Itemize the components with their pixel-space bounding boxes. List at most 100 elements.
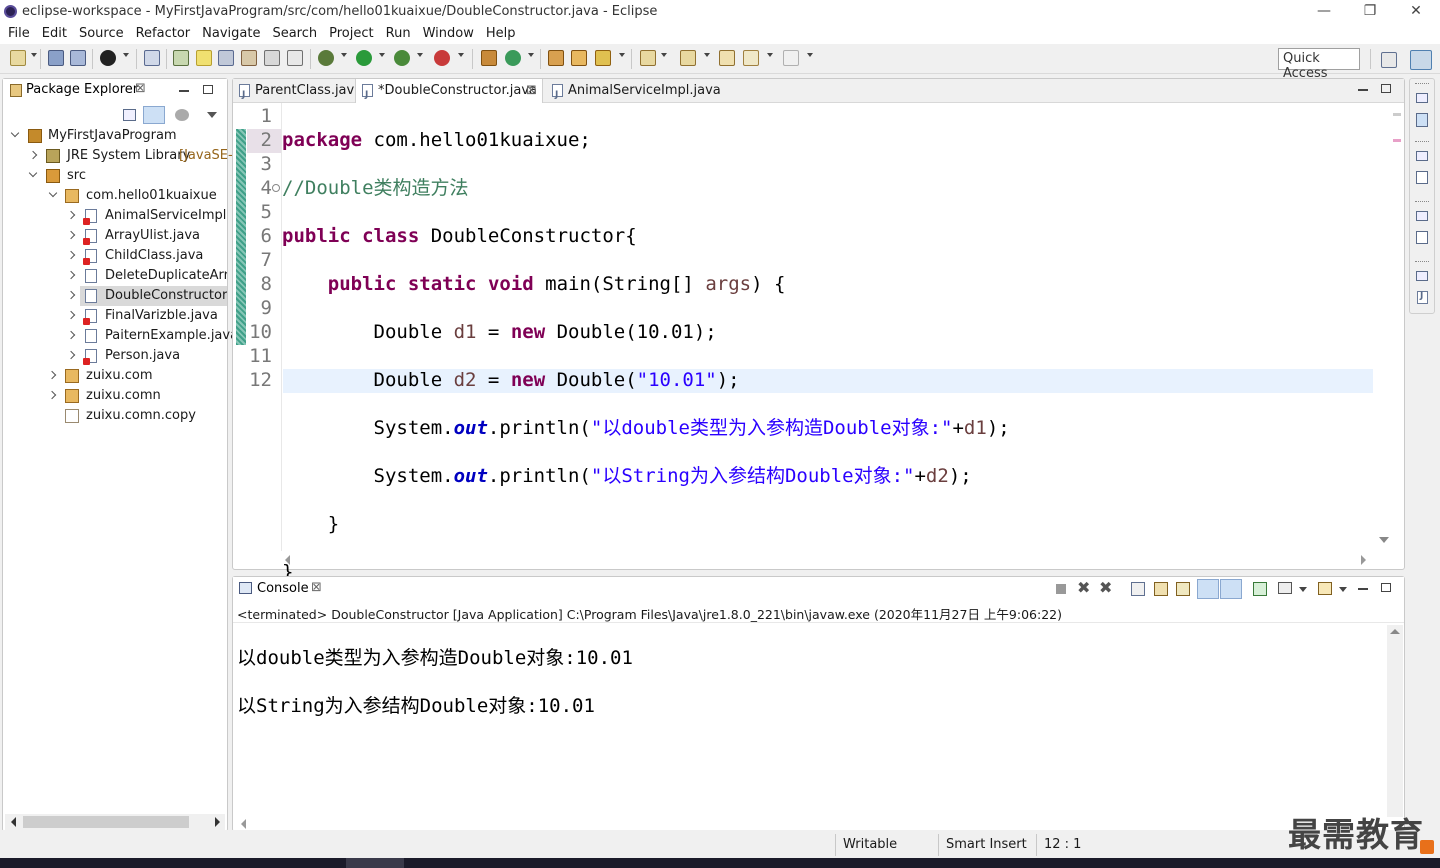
expand-open-icon[interactable] xyxy=(10,128,20,138)
terminate-icon[interactable] xyxy=(1056,584,1066,594)
menu-project[interactable]: Project xyxy=(323,25,379,43)
coverage-dropdown-icon[interactable] xyxy=(417,53,423,57)
display-console-dropdown-icon[interactable] xyxy=(1299,587,1307,592)
maximize-editor-icon[interactable] xyxy=(1381,84,1391,93)
next-annotation-dropdown-icon[interactable] xyxy=(661,53,667,57)
menu-navigate[interactable]: Navigate xyxy=(196,25,266,43)
show-on-stdout-icon[interactable] xyxy=(1197,579,1219,599)
save-icon[interactable] xyxy=(48,50,64,66)
run-icon[interactable] xyxy=(356,50,372,66)
coverage-icon[interactable] xyxy=(394,50,410,66)
console-tab[interactable]: Console xyxy=(257,581,309,596)
menu-refactor[interactable]: Refactor xyxy=(130,25,197,43)
previous-annotation-icon[interactable] xyxy=(680,50,696,66)
scroll-right-icon[interactable] xyxy=(215,817,220,827)
restore-icon[interactable] xyxy=(1416,211,1428,221)
tree-item-src[interactable]: src xyxy=(3,166,227,186)
expand-closed-icon[interactable] xyxy=(66,270,76,280)
open-perspective-icon[interactable] xyxy=(1381,52,1397,68)
menu-source[interactable]: Source xyxy=(73,25,130,43)
forward-icon[interactable] xyxy=(783,50,799,66)
open-type-icon[interactable] xyxy=(173,50,189,66)
maximize-console-icon[interactable] xyxy=(1381,583,1391,592)
pilcrow-icon[interactable] xyxy=(287,50,303,66)
tree-item-file[interactable]: AnimalServiceImpl.ja xyxy=(3,206,227,226)
editor-tab-parentclass[interactable]: ParentClass.java xyxy=(233,79,362,107)
tree-item-package[interactable]: zuixu.comn.copy xyxy=(3,406,227,426)
horizontal-scrollbar[interactable] xyxy=(5,814,225,830)
save-all-icon[interactable] xyxy=(70,50,86,66)
restore-icon[interactable] xyxy=(1416,151,1428,161)
tree-item-file[interactable]: ChildClass.java xyxy=(3,246,227,266)
remove-launch-icon[interactable]: ✖ xyxy=(1077,580,1090,596)
editor-tab-doubleconstructor[interactable]: *DoubleConstructor.java ⊠ xyxy=(355,79,543,107)
scroll-left-icon[interactable] xyxy=(11,817,16,827)
minimize-view-icon[interactable] xyxy=(179,90,189,92)
scroll-up-icon[interactable] xyxy=(1390,629,1400,634)
tab-close-icon[interactable]: ⊠ xyxy=(526,79,537,102)
word-wrap-icon[interactable] xyxy=(1176,582,1190,596)
expand-closed-icon[interactable] xyxy=(28,150,38,160)
package-explorer-close-icon[interactable]: ⊠ xyxy=(135,81,146,96)
open-console-dropdown-icon[interactable] xyxy=(1339,587,1347,592)
quick-access-input[interactable]: Quick Access xyxy=(1278,48,1360,81)
javadoc-view-icon[interactable] xyxy=(1417,291,1428,304)
editor-tab-animalserviceimpl[interactable]: AnimalServiceImpl.java xyxy=(546,79,721,107)
java-perspective-icon[interactable] xyxy=(1410,50,1432,70)
tree-item-package[interactable]: zuixu.comn xyxy=(3,386,227,406)
expand-closed-icon[interactable] xyxy=(47,370,57,380)
minimize-editor-icon[interactable] xyxy=(1358,89,1368,91)
link-with-editor-icon[interactable] xyxy=(143,106,165,124)
tree-item-file[interactable]: DeleteDuplicateArray xyxy=(3,266,227,286)
expand-closed-icon[interactable] xyxy=(66,350,76,360)
expand-open-icon[interactable] xyxy=(48,188,58,198)
menu-edit[interactable]: Edit xyxy=(36,25,73,43)
back-icon[interactable] xyxy=(743,50,759,66)
clear-console-icon[interactable] xyxy=(1131,582,1145,596)
tree-item-package[interactable]: zuixu.com xyxy=(3,366,227,386)
collapse-all-icon[interactable] xyxy=(123,109,136,121)
scroll-right-icon[interactable] xyxy=(1361,555,1366,565)
scroll-left-icon[interactable] xyxy=(241,819,246,829)
skip-breakpoints-icon[interactable] xyxy=(100,50,116,66)
outline-view-icon[interactable] xyxy=(1416,113,1428,127)
maximize-button[interactable]: ❐ xyxy=(1348,0,1392,24)
menu-run[interactable]: Run xyxy=(380,25,417,43)
focus-icon[interactable] xyxy=(175,109,189,121)
fold-collapse-icon[interactable] xyxy=(272,184,280,192)
view-menu-icon[interactable] xyxy=(207,112,217,118)
expand-closed-icon[interactable] xyxy=(66,250,76,260)
minimize-console-icon[interactable] xyxy=(1358,588,1368,590)
debug-icon[interactable] xyxy=(318,50,334,66)
maximize-view-icon[interactable] xyxy=(203,85,213,94)
tree-item-jre-library[interactable]: JRE System Library [JavaSE- xyxy=(3,146,233,166)
tree-item-file[interactable]: PaiternExample.java xyxy=(3,326,238,346)
open-type-hierarchy-icon[interactable] xyxy=(548,50,564,66)
pin-console-icon[interactable] xyxy=(1253,582,1267,596)
open-task-icon[interactable] xyxy=(571,50,587,66)
menu-window[interactable]: Window xyxy=(417,25,480,43)
tree-item-file[interactable]: ArrayUlist.java xyxy=(3,226,227,246)
next-annotation-icon[interactable] xyxy=(640,50,656,66)
search-dropdown-icon[interactable] xyxy=(619,53,625,57)
problems-view-icon[interactable] xyxy=(1416,231,1428,244)
expand-closed-icon[interactable] xyxy=(66,210,76,220)
scrollbar-thumb[interactable] xyxy=(23,816,189,828)
new-icon[interactable] xyxy=(10,50,26,66)
console-close-icon[interactable]: ⊠ xyxy=(311,580,322,595)
menu-help[interactable]: Help xyxy=(480,25,522,43)
show-whitespace-icon[interactable] xyxy=(264,50,280,66)
external-tools-icon[interactable] xyxy=(434,50,450,66)
forward-dropdown-icon[interactable] xyxy=(807,53,813,57)
tree-item-file[interactable]: Person.java xyxy=(3,346,227,366)
expand-closed-icon[interactable] xyxy=(66,290,76,300)
expand-closed-icon[interactable] xyxy=(66,310,76,320)
console-output[interactable]: 以double类型为入参构造Double对象:10.01 以String为入参结… xyxy=(237,622,633,742)
back-dropdown-icon[interactable] xyxy=(767,53,773,57)
package-explorer-tab[interactable]: Package Explorer xyxy=(26,82,138,97)
restore-icon[interactable] xyxy=(1416,271,1428,281)
scroll-down-icon[interactable] xyxy=(1379,537,1389,543)
menu-search[interactable]: Search xyxy=(266,25,323,43)
mark-occurrences-icon[interactable] xyxy=(196,50,212,66)
restore-icon[interactable] xyxy=(1416,93,1428,103)
